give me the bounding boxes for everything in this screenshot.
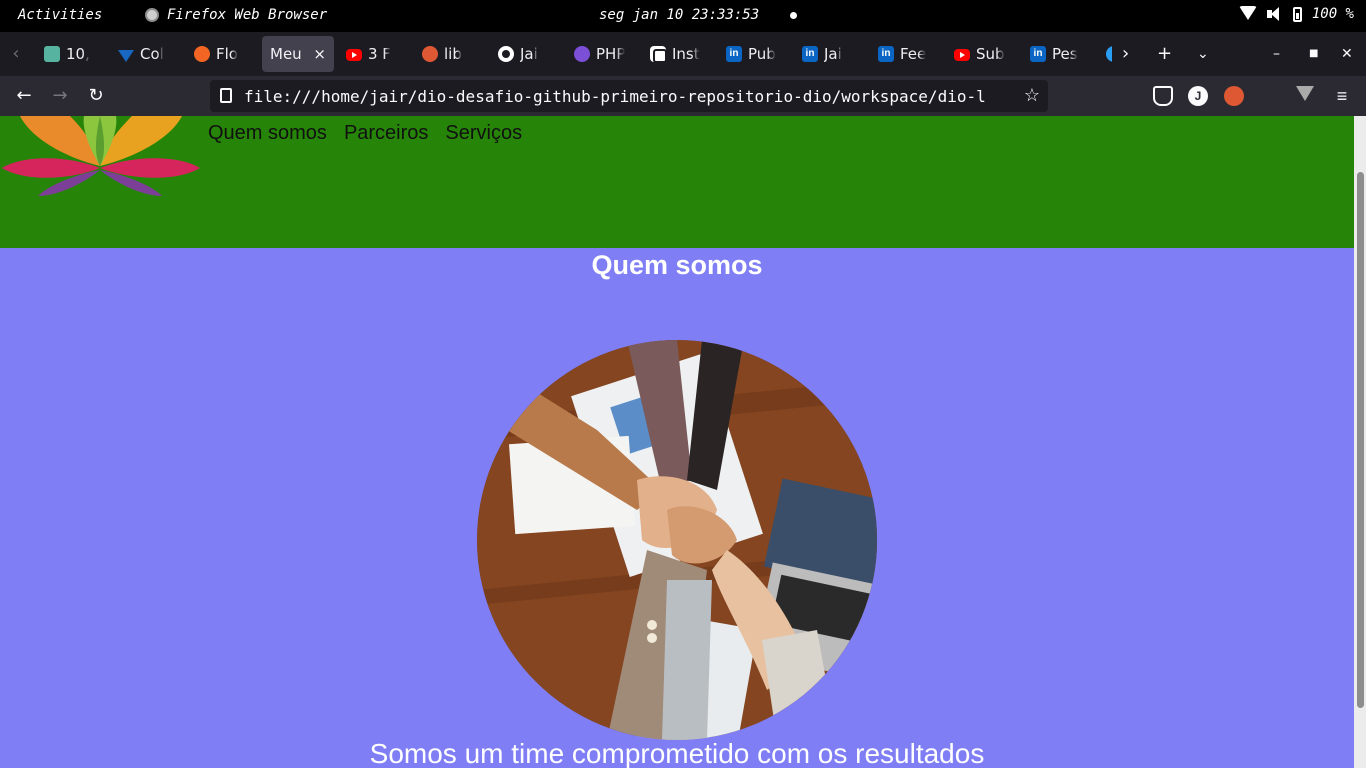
tab-label: Col	[140, 45, 164, 63]
url-text[interactable]: file:///home/jair/dio-desafio-github-pri…	[244, 87, 1014, 106]
new-tab-icon[interactable]: +	[1157, 44, 1172, 64]
tab-label: Jai	[520, 45, 538, 63]
tab-label: Sub	[976, 45, 1005, 63]
battery-level: 100 %	[1311, 6, 1354, 22]
youtube-icon	[954, 48, 970, 61]
tab-strip: ‹ 10, Col Flo Meu × 3 F lib Jai PHP Inst…	[0, 32, 1366, 76]
section-title: Quem somos	[591, 250, 763, 280]
section-text: Somos um time comprometido com os result…	[369, 738, 985, 768]
close-tab-icon[interactable]: ×	[313, 45, 326, 63]
tab-label: Pub	[748, 45, 776, 63]
tab[interactable]: in Fee	[870, 36, 944, 72]
nav-link-quem-somos[interactable]: Quem somos	[208, 122, 327, 145]
instagram-icon	[650, 46, 667, 63]
page-icon	[220, 88, 232, 103]
duckduckgo-icon[interactable]	[1224, 86, 1244, 106]
forward-icon[interactable]: →	[49, 85, 71, 107]
tab[interactable]: Flo	[186, 36, 260, 72]
notification-dot	[790, 12, 797, 19]
app-menu[interactable]: Firefox Web Browser	[145, 7, 327, 23]
tab[interactable]: in Pub	[718, 36, 792, 72]
wifi-icon	[1238, 6, 1257, 22]
maximize-icon[interactable]: ■	[1309, 48, 1318, 59]
team-hands-photo	[477, 340, 877, 740]
tab-label: Jai	[824, 45, 842, 63]
tab[interactable]: in Jai	[794, 36, 868, 72]
tab[interactable]: in Pes	[1022, 36, 1096, 72]
nav-link-servicos[interactable]: Serviços	[445, 122, 522, 145]
tab[interactable]	[1098, 36, 1112, 72]
nav-link-parceiros[interactable]: Parceiros	[344, 122, 428, 145]
tab-label: Fee	[900, 45, 927, 63]
list-all-tabs-icon[interactable]: ⌄	[1197, 44, 1209, 64]
tab-label: Meu	[270, 45, 302, 63]
volume-icon	[1266, 6, 1283, 22]
site-header: Quem somos Parceiros Serviços	[0, 116, 1354, 248]
tab-active[interactable]: Meu ×	[262, 36, 334, 72]
tab[interactable]: PHP	[566, 36, 640, 72]
tab-label: PHP	[596, 45, 626, 63]
tab-label: Pes	[1052, 45, 1078, 63]
vue-devtools-icon[interactable]	[1296, 86, 1314, 101]
about-section: Quem somos Somos um time comprometido co…	[0, 248, 1354, 768]
app-name: Firefox Web Browser	[167, 7, 328, 23]
vuetify-icon	[118, 49, 134, 62]
site-nav: Quem somos Parceiros Serviços	[208, 122, 522, 145]
bookmark-star-icon[interactable]: ☆	[1024, 85, 1040, 106]
youtube-icon	[346, 48, 362, 61]
scroll-tabs-left-icon[interactable]: ‹	[6, 44, 26, 64]
orange-circle-icon	[194, 46, 210, 62]
blue-circle-icon	[1106, 46, 1112, 62]
back-icon[interactable]: ←	[13, 85, 35, 107]
clock[interactable]: seg jan 10 23:33:53	[599, 7, 759, 23]
battery-icon	[1292, 6, 1302, 22]
pocket-icon[interactable]	[1153, 86, 1173, 106]
hamburger-menu-icon[interactable]: ≡	[1332, 86, 1352, 106]
scrollbar-thumb[interactable]	[1357, 172, 1364, 708]
dev-icon	[44, 46, 60, 62]
system-tray[interactable]: 100 %	[1238, 6, 1354, 22]
scroll-tabs-right-icon[interactable]: ›	[1122, 44, 1129, 64]
minimize-icon[interactable]: –	[1273, 46, 1280, 62]
tab-label: Flo	[216, 45, 238, 63]
tab[interactable]: Col	[110, 36, 184, 72]
page-viewport: Quem somos Parceiros Serviços Quem somos	[0, 116, 1366, 768]
tab-label: lib	[444, 45, 462, 63]
navigation-toolbar: ← → ↻ file:///home/jair/dio-desafio-gith…	[0, 76, 1366, 116]
linkedin-icon: in	[878, 46, 894, 62]
account-icon[interactable]: J	[1188, 86, 1208, 106]
tab[interactable]: 3 F	[338, 36, 412, 72]
activities-button[interactable]: Activities	[18, 7, 102, 23]
lotus-logo	[2, 116, 200, 196]
duckduckgo-icon	[422, 46, 438, 62]
tab-label: 3 F	[368, 45, 391, 63]
tab[interactable]: Inst	[642, 36, 716, 72]
firefox-icon	[145, 8, 159, 22]
linkedin-icon: in	[726, 46, 742, 62]
reload-icon[interactable]: ↻	[85, 85, 107, 107]
tab[interactable]: Sub	[946, 36, 1020, 72]
page-scrollbar[interactable]	[1354, 116, 1366, 768]
tab[interactable]: Jai	[490, 36, 564, 72]
purple-circle-icon	[574, 46, 590, 62]
github-icon	[498, 46, 514, 62]
tab[interactable]: 10,	[36, 36, 110, 72]
system-top-bar: Activities Firefox Web Browser seg jan 1…	[0, 0, 1366, 32]
close-window-icon[interactable]: ✕	[1341, 46, 1353, 62]
tab-label: 10,	[66, 45, 90, 63]
linkedin-icon: in	[802, 46, 818, 62]
linkedin-icon: in	[1030, 46, 1046, 62]
url-bar[interactable]: file:///home/jair/dio-desafio-github-pri…	[210, 80, 1048, 112]
tab[interactable]: lib	[414, 36, 488, 72]
tab-label: Inst	[672, 45, 700, 63]
